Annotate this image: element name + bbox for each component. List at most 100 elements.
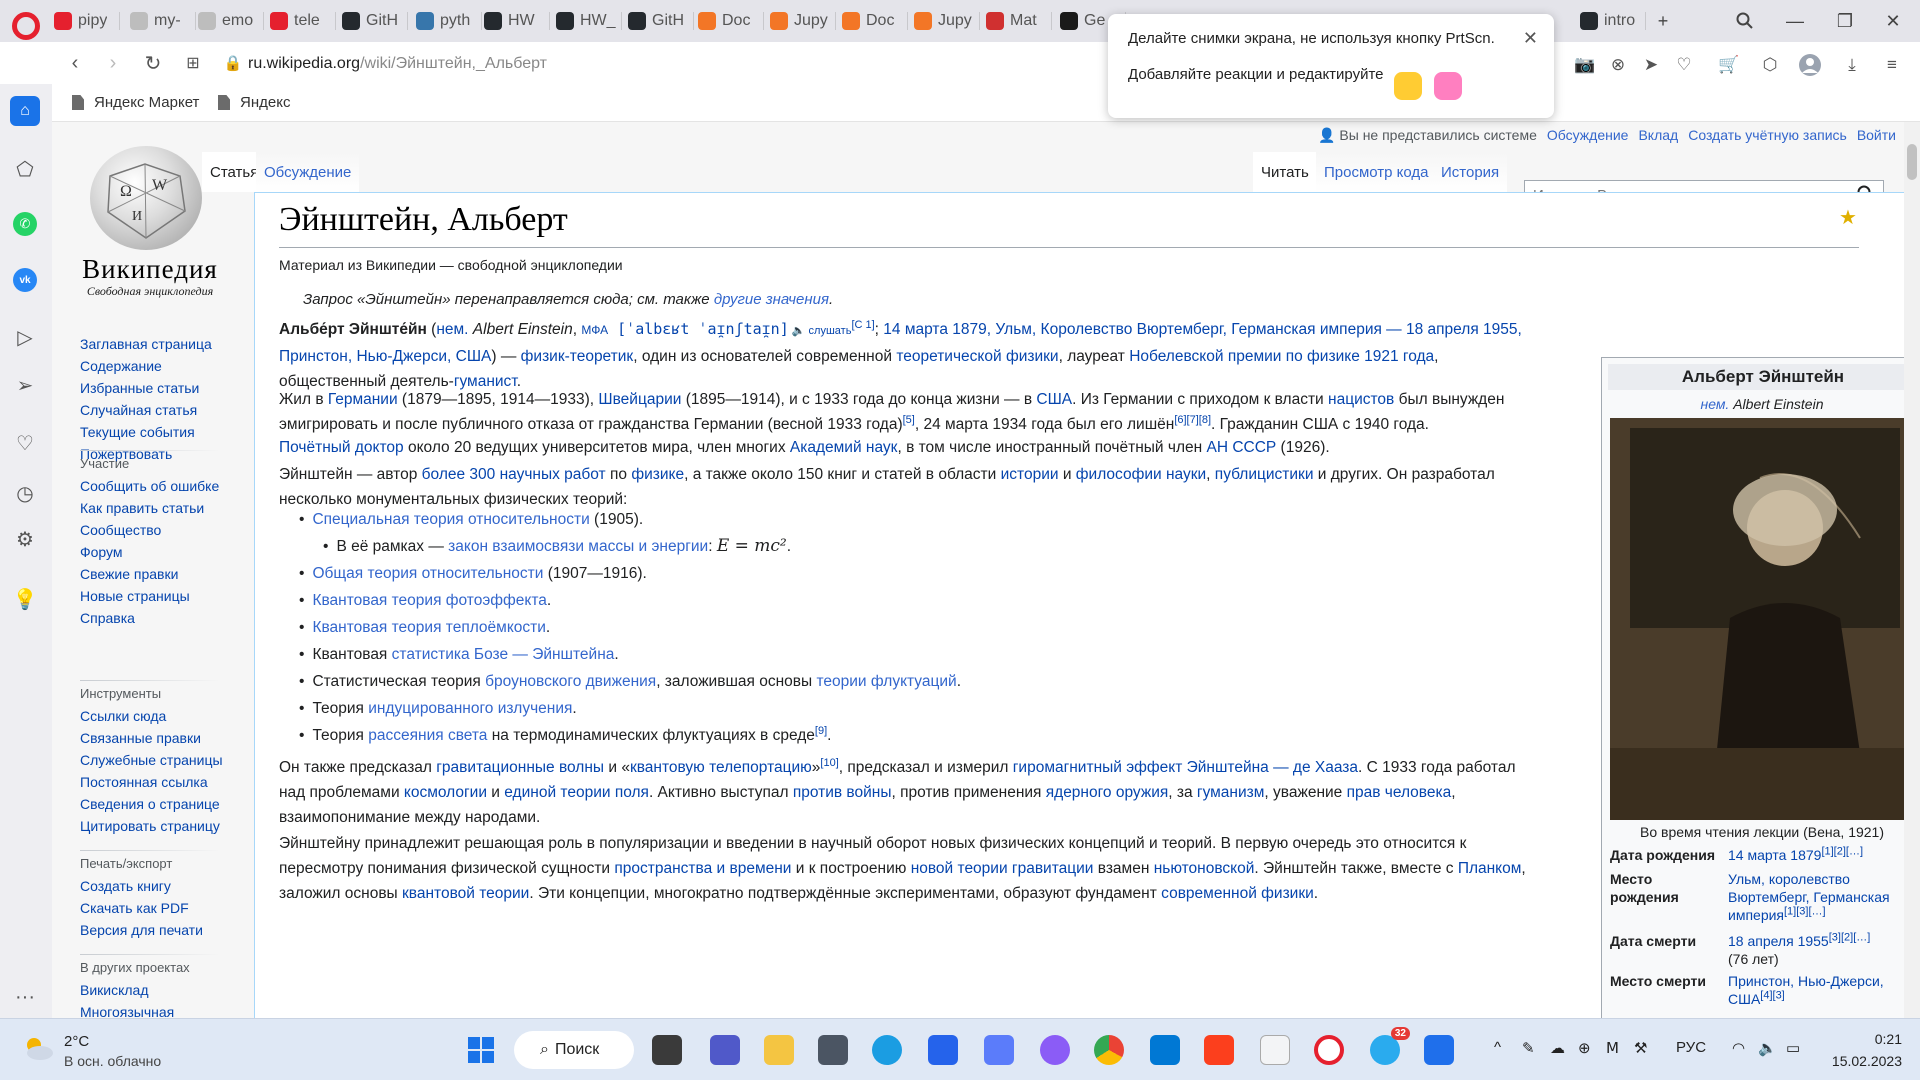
weather-cloud-icon[interactable]: [22, 1035, 54, 1061]
link[interactable]: Академий наук: [790, 439, 898, 456]
lang-link[interactable]: нем.: [436, 321, 468, 338]
sidebar-print-link[interactable]: Создать книгу: [80, 878, 171, 894]
edge-icon[interactable]: [872, 1035, 902, 1065]
forward-icon[interactable]: ›: [98, 48, 128, 78]
vscode-icon[interactable]: [1150, 1035, 1180, 1065]
sidebar-participation-link[interactable]: Форум: [80, 544, 123, 560]
window-icon[interactable]: [1424, 1035, 1454, 1065]
close-window-icon[interactable]: ✕: [1878, 6, 1908, 36]
link[interactable]: ньютоновской: [1154, 860, 1255, 877]
tab-view-source[interactable]: Просмотр кода: [1316, 152, 1437, 192]
sidebar-print-link[interactable]: Версия для печати: [80, 922, 203, 938]
telegram-icon[interactable]: 32: [1370, 1027, 1410, 1065]
link[interactable]: квантовую телепортацию: [630, 759, 812, 776]
hatnote-link[interactable]: другие значения: [714, 291, 829, 308]
reference[interactable]: [1][3][…]: [1784, 905, 1826, 917]
sidebar-tools-link[interactable]: Связанные правки: [80, 730, 201, 746]
tab-read[interactable]: Читать: [1253, 152, 1317, 192]
sidebar-other-link[interactable]: Викисклад: [80, 982, 149, 998]
browser-tab[interactable]: pipy: [54, 6, 120, 36]
browser-tab[interactable]: Mat: [986, 6, 1052, 36]
bookmark-yandex-market[interactable]: Яндекс Маркет: [72, 94, 199, 111]
tips-icon[interactable]: 💡: [10, 584, 40, 614]
sidebar-nav-link[interactable]: Избранные статьи: [80, 380, 199, 396]
pen-icon[interactable]: ✎: [1522, 1039, 1535, 1057]
reference[interactable]: [10]: [820, 757, 838, 769]
cloud-icon[interactable]: ☁: [1550, 1039, 1565, 1057]
file-explorer-icon[interactable]: [764, 1035, 794, 1065]
clock-time[interactable]: 0:21: [1842, 1031, 1902, 1047]
link[interactable]: более 300 научных работ: [422, 466, 606, 483]
notepad-icon[interactable]: [1260, 1035, 1290, 1065]
link[interactable]: Нобелевской премии по физике 1921 года: [1129, 348, 1434, 365]
list-link[interactable]: индуцированного излучения: [368, 700, 572, 717]
restore-icon[interactable]: ❐: [1830, 6, 1860, 36]
link[interactable]: Швейцарии: [598, 391, 681, 408]
reference[interactable]: [4][3]: [1760, 989, 1784, 1001]
sidebar-nav-link[interactable]: Содержание: [80, 358, 162, 374]
list-link[interactable]: закон взаимосвязи массы и энергии: [448, 538, 708, 555]
tray-app-icon[interactable]: Ⅿ: [1606, 1039, 1619, 1057]
player-icon[interactable]: ▷: [10, 322, 40, 352]
url-field[interactable]: ru.wikipedia.org/wiki/Эйнштейн,_Альберт: [248, 50, 547, 78]
birth-date-link[interactable]: 14 марта 1879: [1728, 847, 1821, 863]
sidebar-participation-link[interactable]: Как править статьи: [80, 500, 204, 516]
sidebar-participation-link[interactable]: Сообщество: [80, 522, 161, 538]
wifi-icon[interactable]: ◠: [1732, 1039, 1745, 1057]
link[interactable]: пространства и времени: [614, 860, 791, 877]
link[interactable]: философии науки: [1076, 466, 1206, 483]
app-icon[interactable]: [984, 1035, 1014, 1065]
sidebar-participation-link[interactable]: Свежие правки: [80, 566, 178, 582]
featured-star-icon[interactable]: ★: [1839, 205, 1857, 230]
cart-icon[interactable]: 🛒: [1716, 52, 1742, 78]
bookmark-yandex[interactable]: Яндекс: [218, 94, 290, 111]
link[interactable]: гуманизм: [1197, 784, 1265, 801]
sticker-icon[interactable]: [1434, 72, 1462, 100]
close-icon[interactable]: ✕: [1523, 28, 1538, 49]
personal-talk-link[interactable]: Обсуждение: [1547, 127, 1629, 143]
opera-logo[interactable]: [12, 12, 40, 40]
browser-tab[interactable]: pyth: [416, 6, 482, 36]
link[interactable]: физик-теоретик: [521, 348, 634, 365]
create-account-link[interactable]: Создать учётную запись: [1688, 127, 1847, 143]
home-icon[interactable]: ⌂: [10, 96, 40, 126]
box-icon[interactable]: ⬡: [1757, 52, 1783, 78]
whatsapp-icon[interactable]: ✆: [13, 212, 37, 236]
personal-contrib-link[interactable]: Вклад: [1638, 127, 1678, 143]
chevron-up-icon[interactable]: ^: [1494, 1039, 1501, 1056]
list-link[interactable]: рассеяния света: [368, 727, 487, 744]
login-link[interactable]: Войти: [1857, 127, 1896, 143]
send-icon[interactable]: ➤: [1638, 52, 1664, 78]
list-link[interactable]: броуновского движения: [485, 673, 656, 690]
browser-tab[interactable]: Jupy: [770, 6, 836, 36]
heart-icon[interactable]: ♡: [1671, 52, 1697, 78]
history-icon[interactable]: ◷: [10, 478, 40, 508]
battery-icon[interactable]: ▭: [1786, 1039, 1800, 1057]
more-icon[interactable]: ···: [10, 982, 40, 1012]
link[interactable]: единой теории поля: [504, 784, 649, 801]
link[interactable]: США: [1036, 391, 1072, 408]
reference[interactable]: [5]: [903, 414, 915, 426]
death-place-link[interactable]: Принстон, Нью-Джерси, США: [1728, 973, 1884, 1007]
taskbar-search[interactable]: ⌕ Поиск: [514, 1031, 634, 1069]
list-link[interactable]: Общая теория относительности: [312, 565, 543, 582]
reference[interactable]: [С 1]: [851, 319, 874, 331]
browser-tab[interactable]: GitH: [628, 6, 694, 36]
browser-tab[interactable]: HW: [484, 6, 550, 36]
lang-link[interactable]: нем.: [1701, 396, 1730, 412]
reference[interactable]: [1][2][…]: [1821, 845, 1863, 857]
sidebar-tools-link[interactable]: Постоянная ссылка: [80, 774, 208, 790]
link[interactable]: Планком: [1458, 860, 1522, 877]
opera-taskbar-icon[interactable]: [1314, 1035, 1344, 1065]
link[interactable]: гравитационные волны: [436, 759, 604, 776]
tab-talk[interactable]: Обсуждение: [256, 152, 360, 192]
link[interactable]: АН СССР: [1206, 439, 1276, 456]
menu-icon[interactable]: ≡: [1879, 52, 1905, 78]
yandex-browser-icon[interactable]: [1204, 1035, 1234, 1065]
wikipedia-globe-logo[interactable]: Ω W И: [90, 146, 202, 250]
reference[interactable]: [9]: [815, 725, 827, 737]
link[interactable]: новой теории гравитации: [911, 860, 1094, 877]
browser-tab[interactable]: Jupy: [914, 6, 980, 36]
scrollbar-thumb[interactable]: [1907, 144, 1917, 180]
task-view-icon[interactable]: [652, 1035, 682, 1065]
